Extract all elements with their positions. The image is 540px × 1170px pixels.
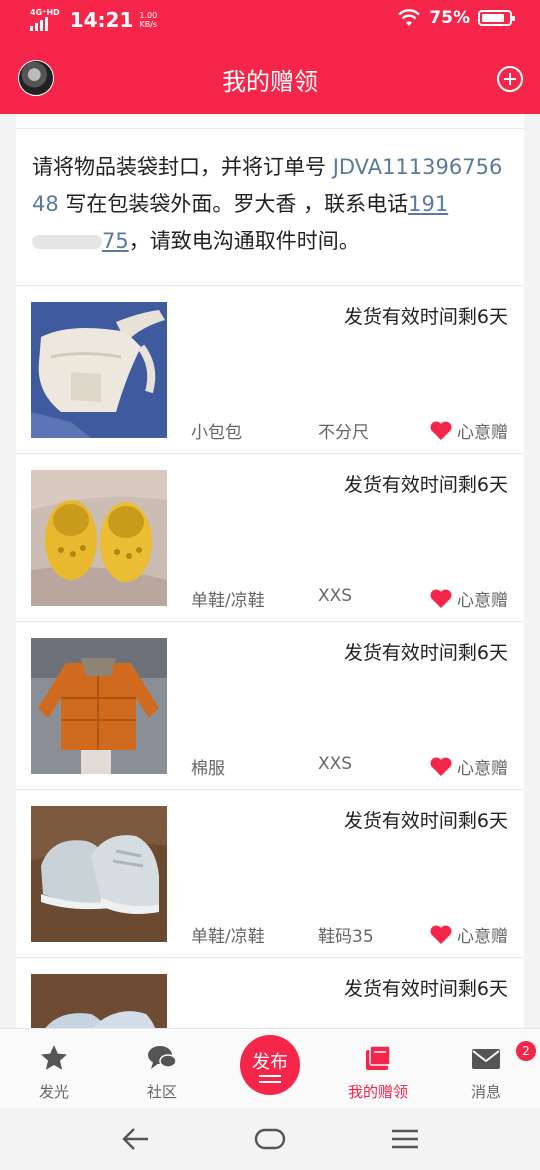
network-indicator: 4G⁺HD (30, 9, 60, 31)
books-icon (366, 1045, 391, 1070)
home-icon[interactable] (254, 1126, 286, 1152)
clock: 14:21 (69, 8, 134, 32)
gift-tag: 心意赠 (429, 418, 508, 443)
status-right: 75% (397, 8, 515, 28)
speed-value: 1.00 (139, 11, 158, 20)
status-left: 4G⁺HD 14:21 1.00 KB/s (30, 8, 157, 32)
item-category: 单鞋/凉鞋 (191, 927, 265, 947)
item-category: 单鞋/凉鞋 (191, 591, 265, 611)
add-icon[interactable] (497, 66, 523, 92)
ship-deadline: 发货有效时间剩6天 (343, 810, 508, 832)
tab-messages[interactable]: 2 消息 (432, 1029, 540, 1109)
tab-community[interactable]: 社区 (108, 1029, 216, 1109)
item-size: XXS (318, 754, 353, 774)
heart-icon (430, 420, 452, 440)
item-size: 鞋码35 (318, 927, 374, 947)
shipping-notice: 请将物品装袋封口，并将订单号 JDVA11139675648 写在包装袋外面。罗… (16, 128, 524, 286)
notice-text-2: 写在包装袋外面。罗大香 ，联系电话 (58, 192, 409, 216)
gift-label: 心意赠 (457, 591, 508, 611)
ship-deadline: 发货有效时间剩6天 (343, 978, 508, 1000)
tab-label: 消息 (470, 1083, 501, 1101)
page-title: 我的赠领 (222, 68, 318, 96)
tab-label: 社区 (146, 1083, 177, 1101)
battery-percent: 75% (429, 8, 470, 28)
heart-icon (430, 924, 452, 944)
system-nav-bar (0, 1108, 540, 1170)
signal-icon (30, 17, 60, 31)
gift-label: 心意赠 (457, 759, 508, 779)
publish-button[interactable]: 发布 (240, 1035, 300, 1095)
unread-badge: 2 (516, 1041, 536, 1061)
chat-bubbles-icon (148, 1046, 177, 1069)
gift-label: 心意赠 (457, 423, 508, 443)
menu-icon[interactable] (390, 1126, 420, 1152)
ship-deadline: 发货有效时间剩6天 (343, 642, 508, 664)
notice-text-3: ，请致电沟通取件时间。 (128, 229, 360, 253)
item-size: 不分尺 (318, 423, 369, 443)
star-icon (41, 1045, 67, 1070)
network-speed: 1.00 KB/s (139, 11, 157, 29)
item-photo (31, 974, 167, 1028)
phone-prefix: 191 (408, 192, 449, 216)
tab-label: 我的赠领 (347, 1083, 408, 1101)
list-item[interactable]: 发货有效时间剩6天 (16, 958, 524, 1028)
gift-tag: 心意赠 (429, 586, 508, 611)
tab-faguang[interactable]: 发光 (0, 1029, 108, 1109)
bottom-nav: 发光 社区 发布 我的赠领 2 消息 (0, 1028, 540, 1108)
publish-label: 发布 (252, 1052, 288, 1073)
gift-tag: 心意赠 (429, 754, 508, 779)
list-item[interactable]: 发货有效时间剩6天 棉服 XXS 心意赠 (16, 622, 524, 790)
heart-icon (430, 756, 452, 776)
publish-icon (259, 1075, 281, 1083)
ship-deadline: 发货有效时间剩6天 (343, 474, 508, 496)
speed-unit: KB/s (139, 20, 158, 29)
gift-label: 心意赠 (457, 927, 508, 947)
mail-icon (472, 1049, 500, 1069)
main-content[interactable]: 请将物品装袋封口，并将订单号 JDVA11139675648 写在包装袋外面。罗… (16, 114, 524, 1028)
notice-text-1: 请将物品装袋封口，并将订单号 (32, 155, 333, 179)
item-category: 小包包 (191, 423, 242, 443)
item-photo (31, 470, 167, 606)
phone-suffix: 75 (102, 229, 129, 253)
list-item[interactable]: 发货有效时间剩6天 小包包 不分尺 心意赠 (16, 286, 524, 454)
item-photo (31, 638, 167, 774)
item-photo (31, 806, 167, 942)
app-header: 我的赠领 (0, 42, 540, 114)
battery-icon (478, 10, 515, 26)
status-bar: 4G⁺HD 14:21 1.00 KB/s 75% (0, 0, 540, 42)
network-label: 4G⁺HD (30, 8, 60, 17)
ship-deadline: 发货有效时间剩6天 (343, 306, 508, 328)
tab-label: 发光 (38, 1083, 69, 1101)
tab-my-gifts[interactable]: 我的赠领 (324, 1029, 432, 1109)
wifi-icon (398, 9, 421, 26)
phone-redaction (32, 235, 102, 249)
list-item[interactable]: 发货有效时间剩6天 单鞋/凉鞋 XXS 心意赠 (16, 454, 524, 622)
back-icon[interactable] (120, 1126, 150, 1152)
item-size: XXS (318, 586, 353, 606)
gift-tag: 心意赠 (429, 922, 508, 947)
list-item[interactable]: 发货有效时间剩6天 单鞋/凉鞋 鞋码35 心意赠 (16, 790, 524, 958)
item-category: 棉服 (191, 759, 225, 779)
item-photo (31, 302, 167, 438)
heart-icon (430, 588, 452, 608)
